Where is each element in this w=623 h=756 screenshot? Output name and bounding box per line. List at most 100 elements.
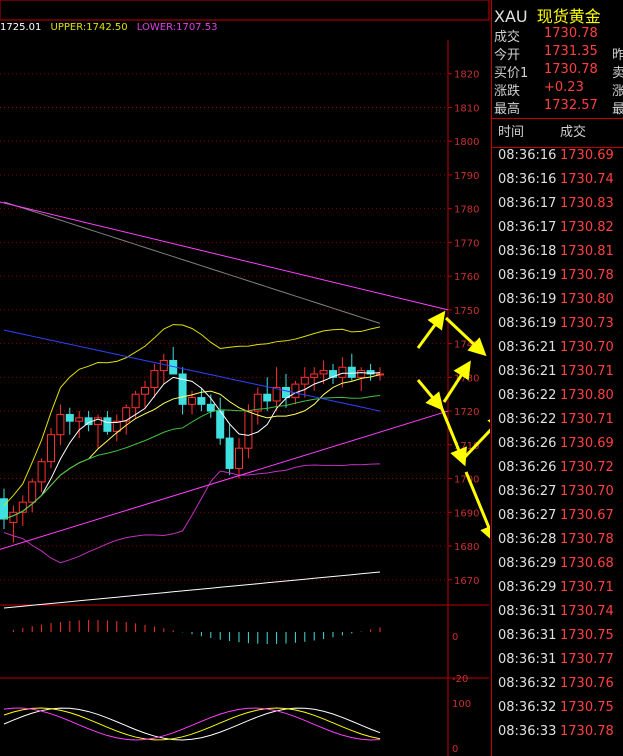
- upper-trendline: [0, 201, 449, 311]
- tick-time: 08:36:26: [498, 460, 557, 475]
- legend-mid: 1725.01: [0, 22, 42, 33]
- tick-time: 08:36:21: [498, 364, 557, 379]
- quote-value: +0.23: [544, 80, 584, 95]
- tick-time: 08:36:32: [498, 700, 557, 715]
- candle-body: [235, 447, 243, 469]
- quote-truncated-label: 涨: [612, 84, 623, 99]
- candle-body: [65, 413, 74, 422]
- y-tick-label: 1800: [454, 137, 479, 148]
- chart-canvas: 1820181018001790178017701760175017401730…: [0, 0, 490, 756]
- quote-panel: XAU 现货黄金 成交 1730.78 今开 1731.35 昨买价1 1730.78 卖涨…: [491, 0, 623, 756]
- quote-truncated-label: 昨: [612, 48, 623, 63]
- candle-body: [9, 511, 18, 523]
- candle-body: [300, 376, 309, 385]
- tick-price: 1730.75: [560, 700, 614, 715]
- tick-price: 1730.80: [560, 292, 614, 307]
- tick-price: 1730.77: [560, 652, 614, 667]
- quote-truncated-label: 最: [612, 102, 623, 117]
- quote-header: XAU 现货黄金: [494, 3, 601, 27]
- tick-price: 1730.78: [560, 268, 614, 283]
- tick-list-header: 时间 成交: [492, 118, 623, 148]
- macd-min-label: -20: [452, 674, 468, 685]
- y-tick-label: 1770: [454, 238, 479, 249]
- candle-body: [197, 397, 206, 405]
- instrument-name: 现货黄金: [536, 7, 601, 26]
- candle-body: [206, 403, 215, 412]
- candlestick-chart[interactable]: 1820 1810 1800 1790 1780 1770 1760 1750 1740 1730…: [0, 0, 490, 756]
- y-tick-label: 1760: [454, 272, 479, 283]
- tick-price: 1730.75: [560, 628, 614, 643]
- tick-time: 08:36:19: [498, 292, 557, 307]
- candle-body: [319, 370, 328, 375]
- quote-value: 1731.35: [544, 44, 598, 59]
- y-tick-label: 1680: [454, 542, 479, 553]
- candle-body: [103, 417, 112, 432]
- tick-price: 1730.80: [560, 388, 614, 403]
- legend-upper: UPPER:1742.50: [50, 22, 128, 33]
- candle-body: [131, 393, 140, 409]
- tick-price: 1730.70: [560, 484, 614, 499]
- macd-zero-label: 0: [452, 632, 458, 643]
- candle-body: [0, 498, 8, 520]
- candle-body: [347, 366, 356, 378]
- y-tick-label: 1810: [454, 103, 479, 114]
- quote-value: 1732.57: [544, 98, 598, 113]
- tick-time: 08:36:18: [498, 244, 557, 259]
- tick-time: 08:36:29: [498, 580, 557, 595]
- quote-label: 买价1: [494, 66, 529, 81]
- tick-time: 08:36:26: [498, 436, 557, 451]
- kdj-top-label: 100: [452, 699, 471, 710]
- candle-body: [282, 386, 290, 399]
- tick-time: 08:36:33: [498, 724, 557, 739]
- tick-time: 08:36:32: [498, 676, 557, 691]
- y-tick-label: 1820: [454, 70, 479, 81]
- y-tick-label: 1790: [454, 171, 479, 182]
- tick-time: 08:36:27: [498, 484, 557, 499]
- tick-time: 08:36:28: [498, 532, 557, 547]
- macd-dif: [3, 571, 381, 609]
- quote-value: 1730.78: [544, 26, 598, 41]
- kdj-line: [3, 707, 381, 741]
- candle-body: [225, 437, 234, 469]
- tick-time: 08:36:31: [498, 652, 557, 667]
- kdj-line: [3, 707, 381, 741]
- tick-price: 1730.76: [560, 676, 614, 691]
- candle-body: [75, 417, 84, 422]
- tick-time: 08:36:16: [498, 148, 557, 163]
- tick-price: 1730.73: [560, 316, 614, 331]
- candle-body: [338, 366, 347, 378]
- tick-time: 08:36:16: [498, 172, 557, 187]
- long-ma-grey: [3, 201, 381, 324]
- quote-label: 成交: [494, 30, 521, 45]
- tick-price: 1730.68: [560, 556, 614, 571]
- candle-body: [47, 434, 55, 463]
- candle-body: [188, 397, 196, 405]
- candle-body: [56, 413, 65, 436]
- y-tick-label: 1670: [454, 576, 479, 587]
- tick-price: 1730.70: [560, 340, 614, 355]
- y-tick-label: 1720: [454, 407, 479, 418]
- time-header: 时间: [498, 125, 525, 140]
- tick-price: 1730.81: [560, 244, 614, 259]
- candle-body: [244, 410, 253, 449]
- tick-price: 1730.74: [560, 604, 614, 619]
- symbol: XAU: [494, 7, 528, 26]
- tick-time: 08:36:31: [498, 604, 557, 619]
- tick-time: 08:36:19: [498, 316, 557, 331]
- tick-price: 1730.71: [560, 412, 614, 427]
- quote-label: 今开: [494, 48, 521, 63]
- tick-time: 08:36:27: [498, 508, 557, 523]
- tick-time: 08:36:31: [498, 628, 557, 643]
- title-bar: [0, 0, 490, 21]
- candle-body: [357, 370, 366, 378]
- candle-body: [291, 383, 300, 399]
- tick-price: 1730.72: [560, 460, 614, 475]
- tick-price: 1730.83: [560, 196, 614, 211]
- candle-body: [263, 393, 272, 402]
- tick-time: 08:36:22: [498, 412, 557, 427]
- y-tick-label: 1750: [454, 306, 479, 317]
- tick-time: 08:36:21: [498, 340, 557, 355]
- legend-lower: LOWER:1707.53: [136, 22, 218, 33]
- annotation-arrow: [462, 413, 490, 460]
- tick-time: 08:36:17: [498, 220, 557, 235]
